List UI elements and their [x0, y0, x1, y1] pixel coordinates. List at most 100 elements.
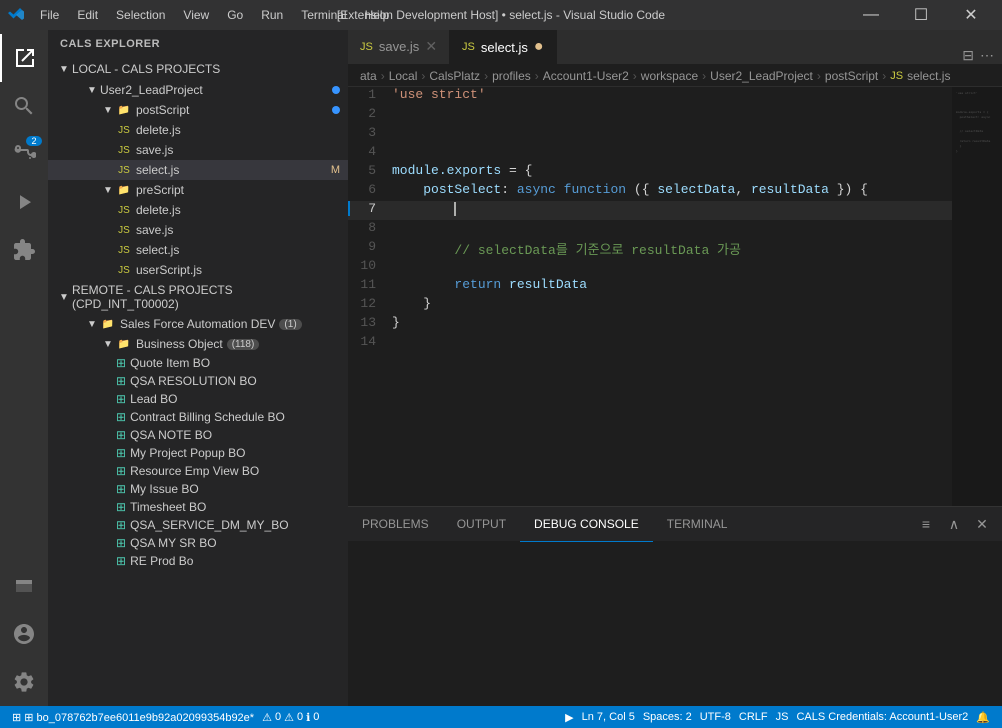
folder-prescript[interactable]: ▼ 📁 preScript [48, 180, 348, 200]
file-pre-userscript-js[interactable]: JS userScript.js [48, 260, 348, 280]
file-post-select-js[interactable]: JS select.js M [48, 160, 348, 180]
bo-icon: ⊞ [116, 410, 126, 424]
js-file-icon: JS [116, 162, 132, 178]
js-file-icon: JS [116, 142, 132, 158]
activity-run-debug[interactable] [0, 178, 48, 226]
bo-item-quote[interactable]: ⊞ Quote Item BO [48, 354, 348, 372]
folder-business-object[interactable]: ▼ 📁 Business Object (118) [48, 334, 348, 354]
notification-status[interactable]: 🔔 [972, 706, 994, 728]
code-line-5: 5 module.exports = { [348, 163, 952, 182]
activity-search[interactable] [0, 82, 48, 130]
panel-collapse-icon[interactable]: ∧ [942, 512, 966, 536]
tab-output[interactable]: OUTPUT [443, 507, 520, 542]
tab-terminal[interactable]: TERMINAL [653, 507, 742, 542]
activity-explorer[interactable] [0, 34, 48, 82]
local-arrow-icon: ▼ [56, 61, 72, 77]
maximize-button[interactable]: ☐ [898, 0, 944, 30]
indentation-status[interactable]: Spaces: 2 [639, 706, 696, 728]
bc-local[interactable]: Local [389, 69, 418, 83]
bc-profiles[interactable]: profiles [492, 69, 531, 83]
code-editor[interactable]: 1 'use strict' 2 3 4 5 module.expor [348, 87, 952, 506]
bc-workspace[interactable]: workspace [641, 69, 698, 83]
bottom-panel: PROBLEMS OUTPUT DEBUG CONSOLE TERMINAL ≡… [348, 506, 1002, 706]
menu-go[interactable]: Go [219, 6, 251, 24]
code-line-8: 8 [348, 220, 952, 239]
activity-settings[interactable] [0, 658, 48, 706]
bo-item-resource-emp[interactable]: ⊞ Resource Emp View BO [48, 462, 348, 480]
file-label: save.js [136, 143, 173, 157]
activity-remote[interactable] [0, 562, 48, 610]
source-control-badge: 2 [26, 136, 42, 146]
bc-postscript[interactable]: postScript [825, 69, 878, 83]
tab-problems[interactable]: PROBLEMS [348, 507, 443, 542]
remote-section-label: REMOTE - CALS PROJECTS (CPD_INT_T00002) [72, 283, 340, 311]
status-right: ▶ Ln 7, Col 5 Spaces: 2 UTF-8 CRLF JS CA… [561, 706, 994, 728]
close-button[interactable]: ✕ [948, 0, 994, 30]
bc-account[interactable]: Account1-User2 [543, 69, 629, 83]
file-pre-save-js[interactable]: JS save.js [48, 220, 348, 240]
file-pre-delete-js[interactable]: JS delete.js [48, 200, 348, 220]
local-section-header[interactable]: ▼ LOCAL - CALS PROJECTS [48, 58, 348, 80]
encoding-label: UTF-8 [700, 711, 731, 723]
folder-label: Business Object [136, 337, 223, 351]
bo-item-lead[interactable]: ⊞ Lead BO [48, 390, 348, 408]
bo-item-re-prod[interactable]: ⊞ RE Prod Bo [48, 552, 348, 570]
bo-item-contract-billing[interactable]: ⊞ Contract Billing Schedule BO [48, 408, 348, 426]
more-actions-icon[interactable]: ⋯ [980, 47, 994, 64]
tab-close-icon[interactable]: ✕ [425, 38, 437, 55]
bo-icon: ⊞ [116, 374, 126, 388]
split-editor-icon[interactable]: ⊟ [962, 47, 974, 64]
menu-view[interactable]: View [175, 6, 217, 24]
js-tab-icon: JS [462, 41, 475, 53]
tab-select-js[interactable]: JS select.js ● [450, 30, 556, 64]
remote-section-header[interactable]: ▼ REMOTE - CALS PROJECTS (CPD_INT_T00002… [48, 280, 348, 314]
activity-source-control[interactable]: 2 [0, 130, 48, 178]
cals-credentials-status[interactable]: CALS Credentials: Account1-User2 [792, 706, 972, 728]
bo-label: Lead BO [130, 392, 177, 406]
panel-layout-icon[interactable]: ≡ [914, 512, 938, 536]
bo-icon: ⊞ [116, 446, 126, 460]
file-pre-select-js[interactable]: JS select.js [48, 240, 348, 260]
bc-sep: › [633, 69, 637, 83]
code-line-14: 14 [348, 334, 952, 353]
bo-item-qsa-note[interactable]: ⊞ QSA NOTE BO [48, 426, 348, 444]
menu-selection[interactable]: Selection [108, 6, 173, 24]
encoding-status[interactable]: UTF-8 [696, 706, 735, 728]
minimize-button[interactable]: — [848, 0, 894, 30]
line-ending-status[interactable]: CRLF [735, 706, 772, 728]
activity-extensions[interactable] [0, 226, 48, 274]
bottom-tabs: PROBLEMS OUTPUT DEBUG CONSOLE TERMINAL ≡… [348, 507, 1002, 542]
tab-save-js[interactable]: JS save.js ✕ [348, 30, 450, 64]
tab-debug-console[interactable]: DEBUG CONSOLE [520, 507, 653, 542]
bo-item-qsa-service-dm[interactable]: ⊞ QSA_SERVICE_DM_MY_BO [48, 516, 348, 534]
language-status[interactable]: JS [772, 706, 793, 728]
menu-file[interactable]: File [32, 6, 67, 24]
bo-item-qsa-resolution[interactable]: ⊞ QSA RESOLUTION BO [48, 372, 348, 390]
sidebar-content[interactable]: ▼ LOCAL - CALS PROJECTS ▼ User2_LeadProj… [48, 58, 348, 706]
file-post-delete-js[interactable]: JS delete.js [48, 120, 348, 140]
menu-run[interactable]: Run [253, 6, 291, 24]
run-status[interactable]: ▶ [561, 706, 577, 728]
project-user2-leadproject[interactable]: ▼ User2_LeadProject [48, 80, 348, 100]
remote-status[interactable]: ⊞ ⊞ bo_078762b7ee6011e9b92a02099354b92e* [8, 706, 258, 728]
folder-postscript[interactable]: ▼ 📁 postScript [48, 100, 348, 120]
bc-project[interactable]: User2_LeadProject [710, 69, 813, 83]
bc-selectjs[interactable]: select.js [907, 69, 950, 83]
activity-account[interactable] [0, 610, 48, 658]
bc-calsplatz[interactable]: CalsPlatz [429, 69, 480, 83]
code-line-4: 4 [348, 144, 952, 163]
language-label: JS [776, 711, 789, 723]
file-post-save-js[interactable]: JS save.js [48, 140, 348, 160]
bo-icon: ⊞ [116, 464, 126, 478]
bo-item-qsa-my-sr[interactable]: ⊞ QSA MY SR BO [48, 534, 348, 552]
error-status[interactable]: ⚠ 0 ⚠ 0 ℹ 0 [258, 706, 323, 728]
bc-data[interactable]: ata [360, 69, 377, 83]
panel-close-icon[interactable]: ✕ [970, 512, 994, 536]
menu-edit[interactable]: Edit [69, 6, 106, 24]
bo-item-my-project[interactable]: ⊞ My Project Popup BO [48, 444, 348, 462]
bo-item-timesheet[interactable]: ⊞ Timesheet BO [48, 498, 348, 516]
folder-arrow-icon: ▼ [100, 182, 116, 198]
bo-item-my-issue[interactable]: ⊞ My Issue BO [48, 480, 348, 498]
project-salesforce[interactable]: ▼ 📁 Sales Force Automation DEV (1) [48, 314, 348, 334]
cursor-position-status[interactable]: Ln 7, Col 5 [578, 706, 639, 728]
